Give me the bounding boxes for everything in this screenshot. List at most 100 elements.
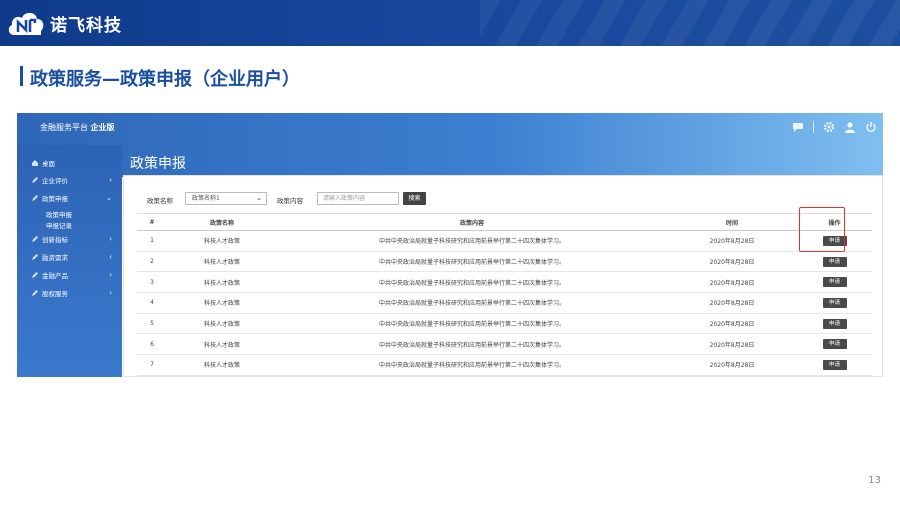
cell-time: 2020年8月28日 (667, 333, 797, 356)
cell-policy-content: 中共中央政治局就量子科技研究和应用前景举行第二十四次集体学习。 (277, 333, 667, 356)
cell-number: 4 (137, 292, 167, 314)
sidebar-item-label: 桌面 (42, 160, 55, 168)
settings-icon[interactable] (823, 121, 835, 133)
cell-policy-name: 科技人才政策 (167, 251, 277, 273)
topbar-divider (813, 121, 814, 133)
policy-name-select[interactable]: 政策名称1 ⌄ (185, 192, 267, 205)
cell-policy-content: 中共中央政治局就量子科技研究和应用前景举行第二十四次集体学习。 (277, 251, 667, 273)
chevron-left-icon: ‹ (109, 253, 112, 261)
cell-policy-name: 科技人才政策 (167, 333, 277, 356)
chevron-down-icon: ⌄ (256, 194, 262, 202)
sidebar: 桌面 企业评价 ‹ 政策申报 ⌄ 政策申报 申报记录 创新指标 ‹ 融资需求 ‹… (17, 145, 122, 377)
sidebar-item-financial-products[interactable]: 金融产品 ‹ (32, 270, 112, 280)
table-row: 5 科技人才政策 中共中央政治局就量子科技研究和应用前景举行第二十四次集体学习。… (137, 313, 872, 335)
cell-time: 2020年8月28日 (667, 313, 797, 335)
policy-content-input[interactable]: 请输入政策内容 (317, 192, 399, 205)
cell-action: 申请 (797, 292, 872, 314)
user-icon[interactable] (844, 121, 856, 133)
sidebar-item-desktop[interactable]: 桌面 (32, 158, 112, 168)
sidebar-item-equity-services[interactable]: 股权服务 ‹ (32, 288, 112, 298)
cell-time: 2020年8月28日 (667, 271, 797, 294)
cell-time: 2020年8月28日 (667, 251, 797, 273)
sidebar-item-label: 创新指标 (42, 236, 68, 244)
app-window: 金融服务平台 企业版 桌面 企业评价 ‹ 政策申报 ⌄ 政策申报 申报记录 创新… (17, 113, 883, 377)
cell-number: 3 (137, 271, 167, 294)
table-row: 2 科技人才政策 中共中央政治局就量子科技研究和应用前景举行第二十四次集体学习。… (137, 251, 872, 273)
cell-policy-name: 科技人才政策 (167, 354, 277, 376)
edit-icon (32, 272, 38, 278)
sidebar-item-enterprise-evaluation[interactable]: 企业评价 ‹ (32, 175, 112, 185)
policy-name-select-value: 政策名称1 (192, 195, 220, 202)
home-icon (32, 160, 38, 166)
content-panel: 政策名称 政策名称1 ⌄ 政策内容 请输入政策内容 搜索 # 政策名称 政策内容… (123, 175, 883, 377)
topbar-icons (792, 121, 877, 133)
edit-icon (32, 290, 38, 296)
heading-accent-bar (20, 66, 23, 86)
sidebar-item-policy-apply[interactable]: 政策申报 ⌄ (32, 193, 112, 203)
cell-policy-content: 中共中央政治局就量子科技研究和应用前景举行第二十四次集体学习。 (277, 292, 667, 314)
apply-button[interactable]: 申请 (822, 359, 847, 370)
table-row: 4 科技人才政策 中共中央政治局就量子科技研究和应用前景举行第二十四次集体学习。… (137, 292, 872, 314)
cell-time: 2020年8月28日 (667, 230, 797, 252)
brand-name: 诺飞科技 (50, 16, 122, 36)
apply-button[interactable]: 申请 (822, 297, 847, 308)
chevron-left-icon: ‹ (109, 271, 112, 279)
cell-action: 申请 (797, 333, 872, 356)
table-header-row: # 政策名称 政策内容 时间 操作 (137, 213, 872, 231)
policy-name-label: 政策名称 (147, 197, 173, 205)
cell-action: 申请 (797, 271, 872, 294)
cell-policy-content: 中共中央政治局就量子科技研究和应用前景举行第二十四次集体学习。 (277, 313, 667, 335)
search-button[interactable]: 搜索 (403, 192, 426, 205)
slide-page-number: 13 (868, 475, 881, 486)
sidebar-item-innovation-index[interactable]: 创新指标 ‹ (32, 234, 112, 244)
cell-number: 7 (137, 354, 167, 376)
sidebar-item-label: 企业评价 (42, 177, 68, 185)
apply-button[interactable]: 申请 (822, 318, 847, 329)
apply-button[interactable]: 申请 (822, 256, 847, 267)
sidebar-item-label: 股权服务 (42, 290, 68, 298)
cell-policy-content: 中共中央政治局就量子科技研究和应用前景举行第二十四次集体学习。 (277, 354, 667, 376)
cell-policy-content: 中共中央政治局就量子科技研究和应用前景举行第二十四次集体学习。 (277, 230, 667, 252)
cloud-logo-icon (8, 12, 44, 35)
edit-icon (32, 236, 38, 242)
edit-icon (32, 195, 38, 201)
cell-policy-content: 中共中央政治局就量子科技研究和应用前景举行第二十四次集体学习。 (277, 271, 667, 294)
sidebar-item-label: 政策申报 (42, 195, 68, 203)
column-header-policy-name: 政策名称 (167, 213, 277, 231)
cell-policy-name: 科技人才政策 (167, 230, 277, 252)
cell-action: 申请 (797, 313, 872, 335)
edit-icon (32, 177, 38, 183)
table-row: 1 科技人才政策 中共中央政治局就量子科技研究和应用前景举行第二十四次集体学习。… (137, 230, 872, 252)
column-header-time: 时间 (667, 213, 797, 231)
page-title: 政策申报 (130, 156, 186, 172)
sidebar-item-label: 金融产品 (42, 272, 68, 280)
sidebar-item-financing-needs[interactable]: 融资需求 ‹ (32, 252, 112, 262)
cell-action: 申请 (797, 354, 872, 376)
cell-policy-name: 科技人才政策 (167, 292, 277, 314)
cell-policy-name: 科技人才政策 (167, 313, 277, 335)
cell-policy-name: 科技人才政策 (167, 271, 277, 294)
cell-number: 6 (137, 333, 167, 356)
table-row: 6 科技人才政策 中共中央政治局就量子科技研究和应用前景举行第二十四次集体学习。… (137, 333, 872, 356)
cell-time: 2020年8月28日 (667, 292, 797, 314)
cell-number: 2 (137, 251, 167, 273)
table-body: 1 科技人才政策 中共中央政治局就量子科技研究和应用前景举行第二十四次集体学习。… (137, 230, 872, 376)
policy-table: # 政策名称 政策内容 时间 操作 1 科技人才政策 中共中央政治局就量子科技研… (137, 213, 872, 376)
column-header-policy-content: 政策内容 (277, 213, 667, 231)
chat-icon[interactable] (792, 121, 804, 133)
chevron-left-icon: ‹ (109, 289, 112, 297)
apply-button[interactable]: 申请 (822, 339, 847, 350)
app-title: 金融服务平台 企业版 (40, 122, 115, 133)
banner-decoration (480, 0, 900, 46)
table-row: 3 科技人才政策 中共中央政治局就量子科技研究和应用前景举行第二十四次集体学习。… (137, 271, 872, 294)
sidebar-subitem-apply-records[interactable]: 申报记录 (46, 220, 72, 230)
chevron-down-icon: ⌄ (106, 194, 112, 202)
app-title-prefix: 金融服务平台 (40, 123, 88, 132)
apply-button[interactable]: 申请 (822, 277, 847, 288)
sidebar-subitem-policy-apply[interactable]: 政策申报 (46, 209, 72, 219)
cell-time: 2020年8月28日 (667, 354, 797, 376)
chevron-left-icon: ‹ (109, 235, 112, 243)
top-banner: 诺飞科技 (0, 0, 900, 46)
chevron-left-icon: ‹ (109, 176, 112, 184)
power-icon[interactable] (865, 121, 877, 133)
